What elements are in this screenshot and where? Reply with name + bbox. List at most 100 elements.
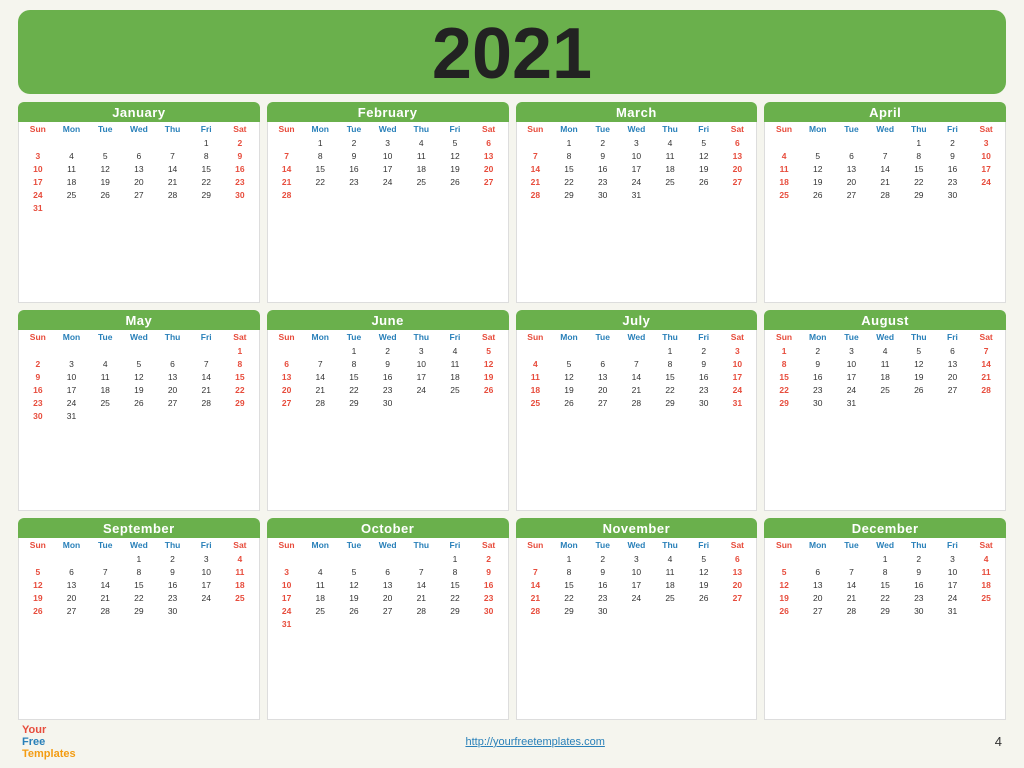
day-header-sun: Sun bbox=[21, 539, 55, 551]
day-cell: 15 bbox=[902, 162, 936, 175]
day-cell: 22 bbox=[438, 591, 472, 604]
day-cell: 11 bbox=[55, 162, 89, 175]
day-cell: 4 bbox=[868, 344, 902, 357]
day-cell: 2 bbox=[687, 344, 721, 357]
day-cell: 7 bbox=[969, 344, 1003, 357]
day-cell: 15 bbox=[189, 162, 223, 175]
day-cell bbox=[156, 136, 190, 149]
month-body-may: SunMonTueWedThuFriSat1234567891011121314… bbox=[18, 330, 260, 511]
day-cell: 9 bbox=[586, 149, 620, 162]
day-cell bbox=[156, 409, 190, 422]
day-cell: 31 bbox=[721, 396, 755, 409]
day-header-sun: Sun bbox=[21, 331, 55, 343]
day-cell: 24 bbox=[936, 591, 970, 604]
day-header-tue: Tue bbox=[337, 123, 371, 135]
day-cell bbox=[519, 552, 553, 565]
day-headers: SunMonTueWedThuFriSat bbox=[21, 539, 257, 551]
day-cell: 1 bbox=[767, 344, 801, 357]
day-cell: 22 bbox=[552, 591, 586, 604]
day-cell: 30 bbox=[472, 604, 506, 617]
footer-link[interactable]: http://yourfreetemplates.com bbox=[465, 736, 604, 748]
day-cell: 30 bbox=[936, 188, 970, 201]
day-header-fri: Fri bbox=[438, 539, 472, 551]
day-cell: 13 bbox=[55, 578, 89, 591]
day-cell bbox=[223, 201, 257, 214]
day-cell: 24 bbox=[371, 175, 405, 188]
day-cell: 29 bbox=[868, 604, 902, 617]
day-cell: 1 bbox=[303, 136, 337, 149]
day-cell bbox=[21, 344, 55, 357]
day-cell: 11 bbox=[969, 565, 1003, 578]
day-cell bbox=[21, 552, 55, 565]
day-cell: 28 bbox=[868, 188, 902, 201]
day-cell: 23 bbox=[223, 175, 257, 188]
month-december: DecemberSunMonTueWedThuFriSat12345678910… bbox=[764, 518, 1006, 719]
day-cell: 31 bbox=[270, 617, 304, 630]
day-headers: SunMonTueWedThuFriSat bbox=[767, 331, 1003, 343]
day-cell: 9 bbox=[223, 149, 257, 162]
day-header-fri: Fri bbox=[687, 331, 721, 343]
day-cell bbox=[620, 344, 654, 357]
month-september: SeptemberSunMonTueWedThuFriSat1234567891… bbox=[18, 518, 260, 719]
day-cell: 22 bbox=[653, 383, 687, 396]
day-cell bbox=[371, 188, 405, 201]
day-cell bbox=[122, 344, 156, 357]
day-cell: 29 bbox=[223, 396, 257, 409]
day-cell bbox=[936, 396, 970, 409]
day-cell: 26 bbox=[767, 604, 801, 617]
day-cell: 6 bbox=[472, 136, 506, 149]
day-header-fri: Fri bbox=[936, 539, 970, 551]
day-cell bbox=[404, 552, 438, 565]
day-cell: 4 bbox=[223, 552, 257, 565]
days-grid: 1234567891011121314151617181920212223242… bbox=[519, 344, 755, 409]
day-header-wed: Wed bbox=[122, 123, 156, 135]
day-header-sat: Sat bbox=[969, 539, 1003, 551]
day-cell: 26 bbox=[902, 383, 936, 396]
day-cell: 28 bbox=[88, 604, 122, 617]
day-cell: 3 bbox=[936, 552, 970, 565]
day-headers: SunMonTueWedThuFriSat bbox=[270, 539, 506, 551]
day-header-sun: Sun bbox=[270, 123, 304, 135]
day-cell: 28 bbox=[620, 396, 654, 409]
day-headers: SunMonTueWedThuFriSat bbox=[21, 123, 257, 135]
day-header-mon: Mon bbox=[552, 539, 586, 551]
day-cell: 2 bbox=[337, 136, 371, 149]
day-cell: 15 bbox=[337, 370, 371, 383]
day-header-fri: Fri bbox=[687, 123, 721, 135]
day-cell: 24 bbox=[835, 383, 869, 396]
day-cell: 16 bbox=[902, 578, 936, 591]
day-header-fri: Fri bbox=[189, 331, 223, 343]
day-cell: 11 bbox=[223, 565, 257, 578]
day-cell: 17 bbox=[936, 578, 970, 591]
day-cell: 20 bbox=[721, 162, 755, 175]
day-header-sat: Sat bbox=[721, 331, 755, 343]
day-cell: 23 bbox=[902, 591, 936, 604]
day-header-sun: Sun bbox=[519, 539, 553, 551]
days-grid: 1234567891011121314151617181920212223242… bbox=[767, 344, 1003, 409]
day-cell: 4 bbox=[653, 136, 687, 149]
day-cell: 26 bbox=[472, 383, 506, 396]
day-cell: 24 bbox=[55, 396, 89, 409]
day-header-mon: Mon bbox=[801, 123, 835, 135]
day-cell bbox=[472, 188, 506, 201]
day-cell: 27 bbox=[472, 175, 506, 188]
day-cell: 23 bbox=[687, 383, 721, 396]
day-cell bbox=[835, 552, 869, 565]
day-cell: 8 bbox=[552, 565, 586, 578]
day-cell: 13 bbox=[835, 162, 869, 175]
day-cell: 29 bbox=[552, 604, 586, 617]
day-cell: 12 bbox=[472, 357, 506, 370]
day-cell: 4 bbox=[969, 552, 1003, 565]
day-cell: 6 bbox=[122, 149, 156, 162]
day-header-tue: Tue bbox=[88, 331, 122, 343]
day-cell: 26 bbox=[21, 604, 55, 617]
day-header-tue: Tue bbox=[586, 331, 620, 343]
day-cell bbox=[438, 617, 472, 630]
day-header-wed: Wed bbox=[868, 539, 902, 551]
day-cell: 7 bbox=[156, 149, 190, 162]
day-cell bbox=[88, 136, 122, 149]
day-cell bbox=[969, 604, 1003, 617]
day-header-sun: Sun bbox=[519, 123, 553, 135]
day-cell: 2 bbox=[936, 136, 970, 149]
day-cell: 22 bbox=[552, 175, 586, 188]
